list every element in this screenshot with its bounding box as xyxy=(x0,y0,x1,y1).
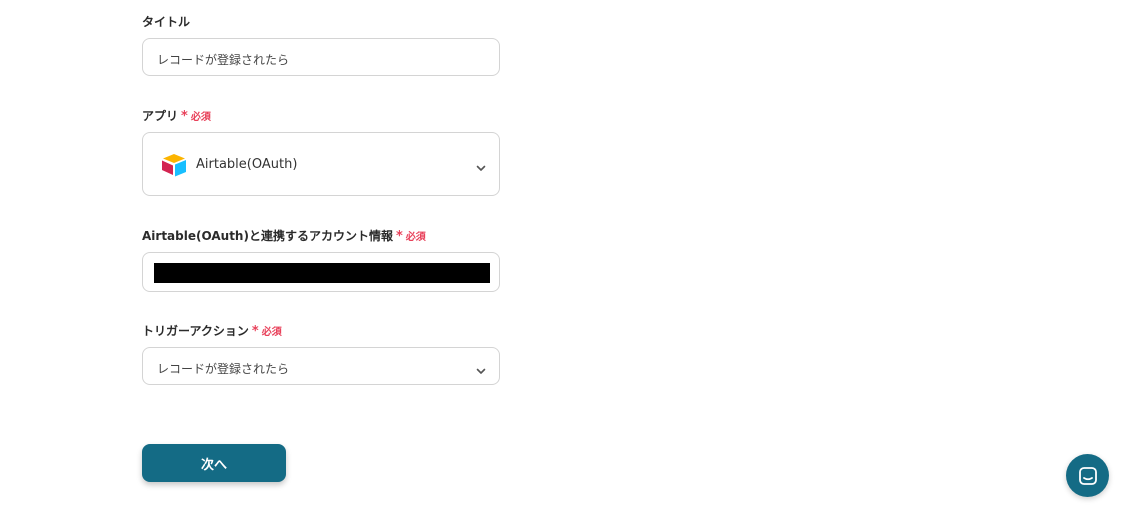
app-label: アプリ * 必須 xyxy=(142,107,211,124)
app-select[interactable]: Airtable(OAuth) xyxy=(142,132,500,196)
title-input[interactable]: レコードが登録されたら xyxy=(142,38,500,76)
trigger-action-value: レコードが登録されたら xyxy=(157,362,290,376)
title-label-text: タイトル xyxy=(142,15,191,29)
required-asterisk: * xyxy=(395,229,403,244)
chat-widget-button[interactable] xyxy=(1066,454,1109,497)
title-input-value: レコードが登録されたら xyxy=(157,53,290,67)
trigger-action-select[interactable]: レコードが登録されたら xyxy=(142,347,500,385)
chevron-down-icon xyxy=(475,362,487,374)
account-label: Airtable(OAuth)と連携するアカウント情報 * 必須 xyxy=(142,227,426,244)
required-asterisk: * xyxy=(251,324,259,339)
title-label: タイトル xyxy=(142,13,190,30)
chat-icon xyxy=(1078,466,1098,486)
app-select-value: Airtable(OAuth) xyxy=(196,157,298,172)
trigger-action-label-text: トリガーアクション xyxy=(142,324,249,338)
airtable-logo-icon xyxy=(161,153,187,177)
account-label-text: Airtable(OAuth)と連携するアカウント情報 xyxy=(142,229,393,243)
trigger-action-label: トリガーアクション * 必須 xyxy=(142,322,282,339)
required-badge: 必須 xyxy=(190,112,211,123)
required-badge: 必須 xyxy=(261,327,282,338)
next-button[interactable]: 次へ xyxy=(142,444,286,482)
page: タイトル レコードが登録されたら アプリ * 必須 Airtable(OAuth… xyxy=(0,0,1126,506)
chevron-down-icon xyxy=(475,159,487,171)
required-badge: 必須 xyxy=(405,232,426,243)
app-label-text: アプリ xyxy=(142,109,179,123)
redacted-account-value xyxy=(154,263,490,283)
required-asterisk: * xyxy=(181,109,188,124)
account-select[interactable] xyxy=(142,252,500,292)
